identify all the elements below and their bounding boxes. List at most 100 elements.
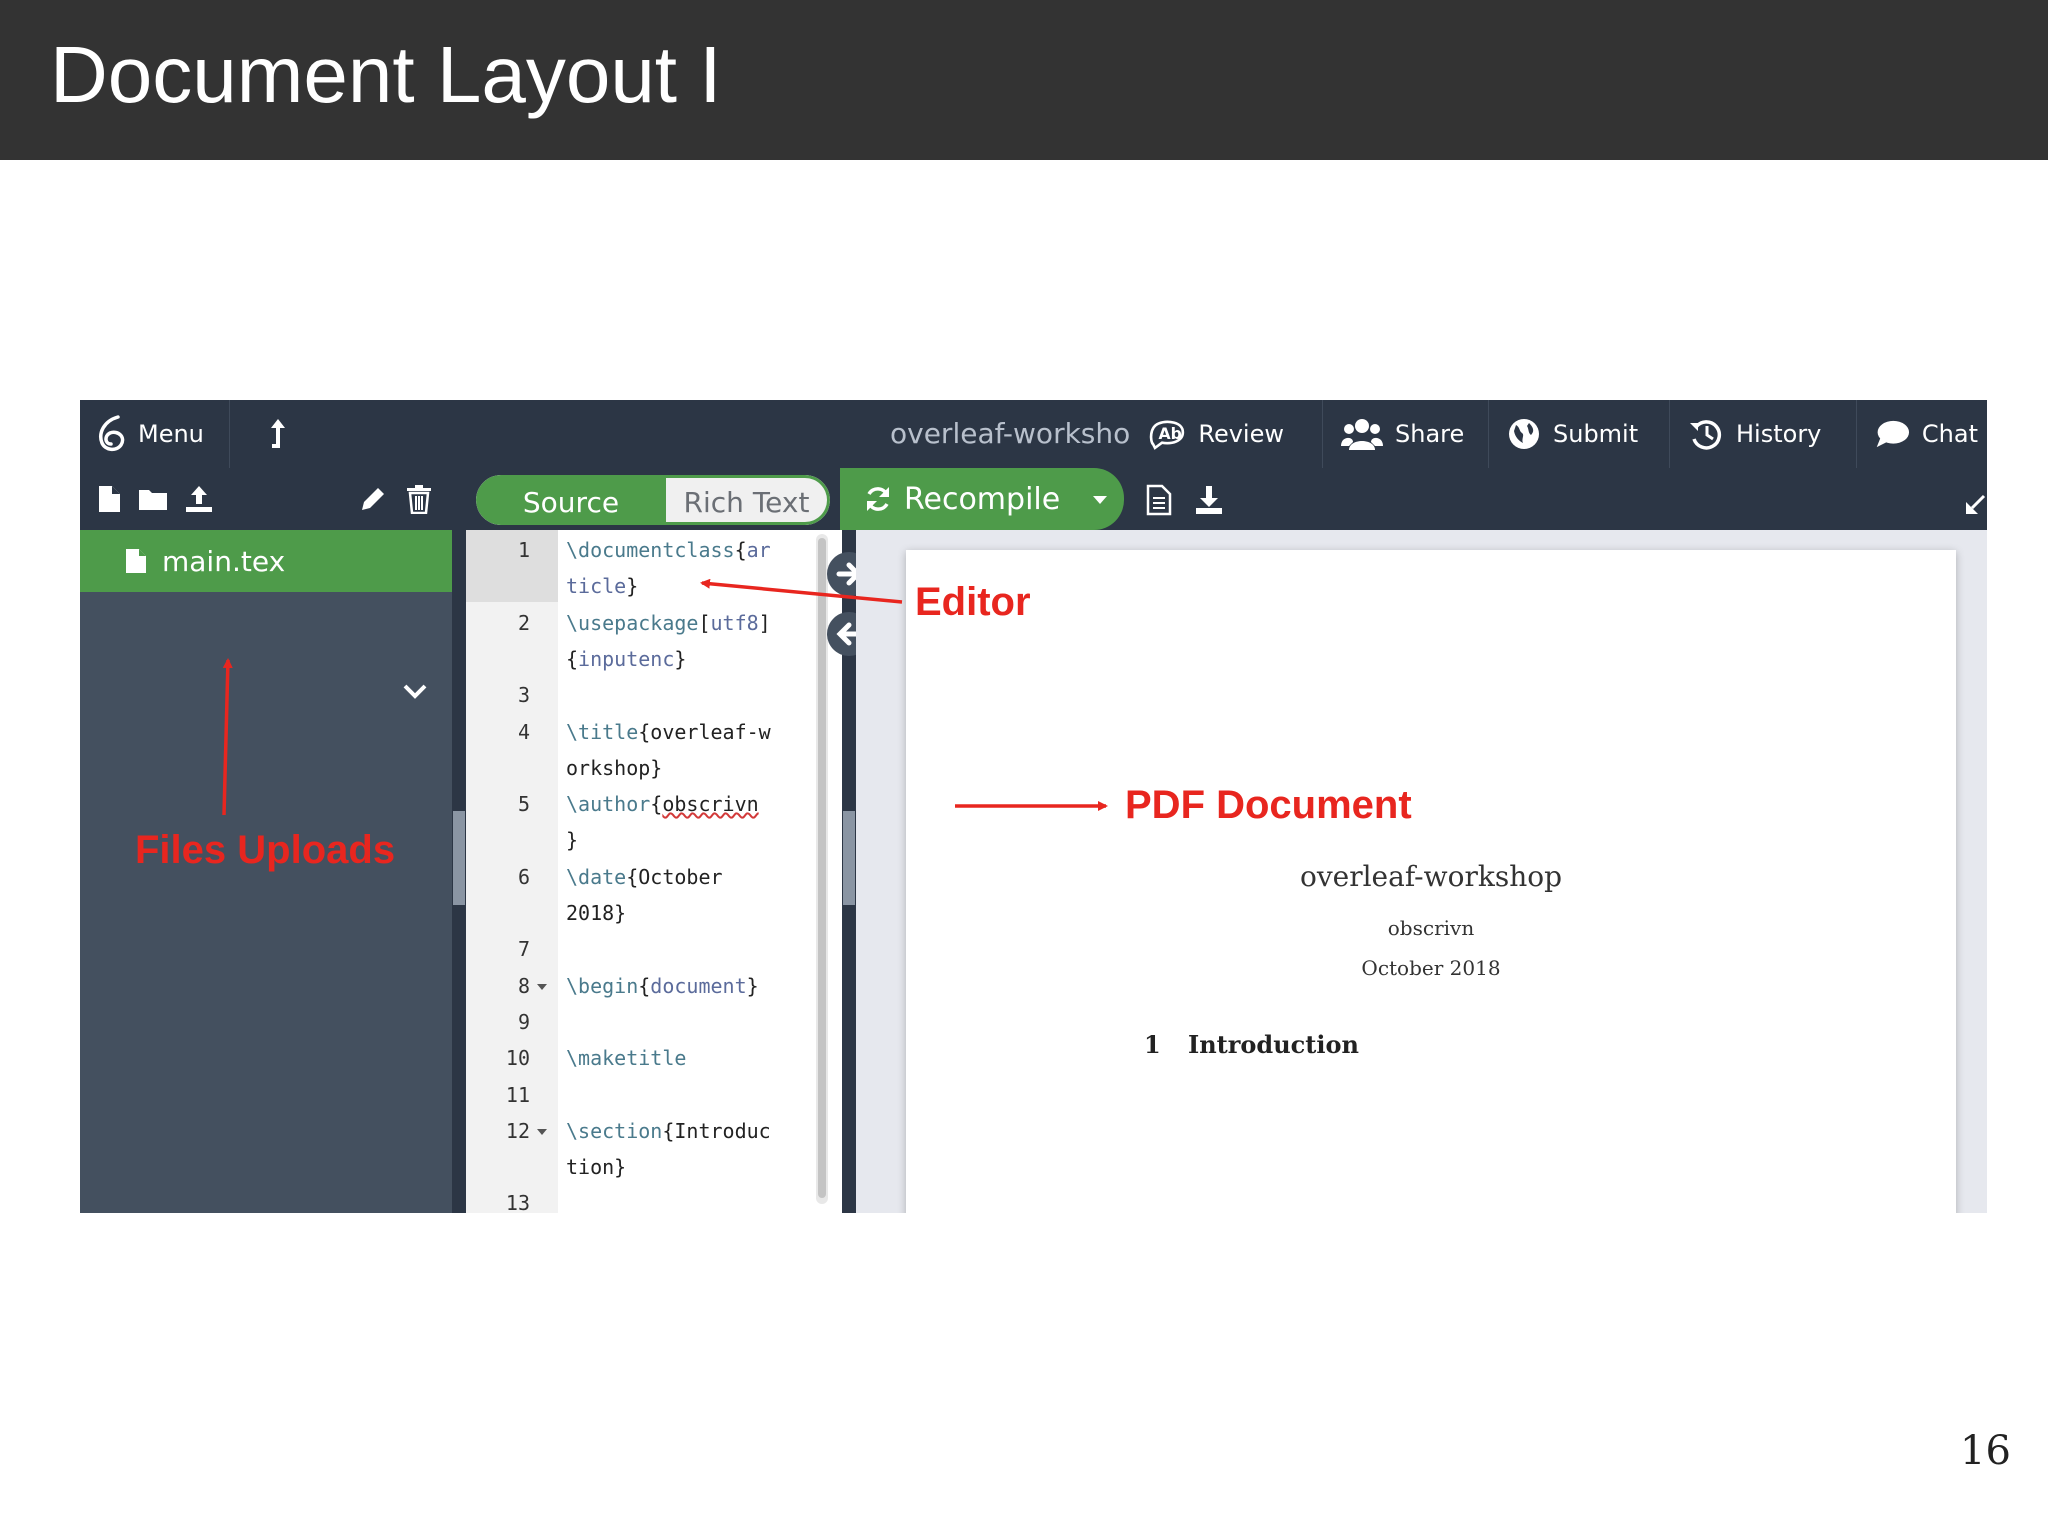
slide-header: Document Layout I [0, 0, 2048, 160]
code-token: \maketitle [566, 1046, 687, 1071]
fold-caret-icon[interactable] [536, 982, 548, 992]
project-name[interactable]: overleaf-workshop [890, 400, 1130, 468]
code-line-text: {inputenc} [566, 647, 816, 671]
pdf-page[interactable]: overleaf-workshop obscrivn October 2018 … [906, 550, 1956, 1213]
line-number: 6 [517, 864, 530, 889]
share-button[interactable]: Share [1322, 400, 1490, 468]
pdf-section-number: 1 [1144, 1030, 1161, 1059]
annotation-pdf-document: PDF Document [1125, 783, 1412, 827]
line-number: 8 [517, 973, 530, 998]
pdf-section-title: Introduction [1188, 1030, 1359, 1059]
menu-label: Menu [138, 420, 204, 448]
code-token: \documentclass [566, 538, 735, 562]
code-token: \usepackage [566, 610, 699, 635]
code-token: { [734, 538, 747, 562]
code-token: ar [746, 538, 771, 562]
recompile-options-caret-icon[interactable] [1090, 490, 1110, 510]
code-line-text: \maketitle [566, 1046, 816, 1070]
code-line-text: \date{October [566, 865, 816, 889]
recompile-label: Recompile [904, 481, 1061, 517]
overleaf-screenshot: Menu overleaf-workshop Ab Review Share S… [80, 400, 1987, 1213]
review-button[interactable]: Ab Review [1130, 400, 1302, 468]
code-line-text: \begin{document} [566, 974, 816, 998]
submit-label: Submit [1553, 420, 1639, 448]
refresh-icon [867, 487, 889, 511]
chat-button[interactable]: Chat [1856, 400, 1987, 468]
line-number: 7 [517, 937, 530, 962]
code-line-text: \documentclass{ar [566, 538, 816, 562]
code-token: } [746, 973, 759, 998]
code-token: \begin [566, 973, 639, 998]
globe-icon [1509, 419, 1539, 449]
line-number: 1 [517, 538, 530, 562]
editor-scrollbar-thumb[interactable] [818, 538, 826, 1198]
code-token: { [650, 792, 663, 817]
slide-title: Document Layout I [50, 30, 722, 119]
share-label: Share [1395, 420, 1465, 448]
rename-pencil-icon[interactable] [358, 484, 388, 514]
file-tools [80, 468, 452, 530]
line-number: 10 [505, 1046, 530, 1071]
pdf-collapse-handle[interactable] [843, 811, 855, 905]
file-menu-chevron-icon[interactable] [402, 680, 428, 702]
code-token: utf8 [710, 610, 759, 635]
line-number: 9 [517, 1009, 530, 1034]
code-token: ticle [566, 574, 627, 599]
new-folder-icon[interactable] [138, 484, 168, 514]
slide-page-number: 16 [1960, 1428, 2011, 1474]
history-label: History [1736, 420, 1822, 448]
code-line-text: \title{overleaf-w [566, 720, 816, 744]
code-token: document [650, 973, 747, 998]
code-token: \section [566, 1118, 663, 1143]
upload-icon[interactable] [184, 484, 214, 514]
submit-button[interactable]: Submit [1488, 400, 1670, 468]
logs-document-icon[interactable] [1144, 484, 1174, 516]
history-button[interactable]: History [1669, 400, 1857, 468]
svg-text:Ab: Ab [1158, 424, 1181, 443]
chat-bubble-icon [1876, 420, 1910, 448]
code-token: } [626, 574, 639, 599]
code-token: obscrivn [662, 792, 759, 817]
pdf-section-heading: 1 Introduction [1144, 1030, 1359, 1059]
file-item-main-tex[interactable]: main.tex [80, 530, 452, 592]
code-token: } [674, 646, 687, 671]
code-token: {Introduc [662, 1118, 771, 1143]
new-file-icon[interactable] [94, 484, 124, 514]
code-token: \date [566, 864, 627, 889]
chat-label: Chat [1921, 420, 1978, 448]
review-label: Review [1198, 420, 1284, 448]
fold-caret-icon[interactable] [536, 1127, 548, 1137]
code-line-text: \section{Introduc [566, 1119, 816, 1143]
file-name: main.tex [162, 544, 286, 578]
line-number: 12 [505, 1118, 530, 1143]
file-tree-collapse-handle[interactable] [453, 811, 465, 905]
annotation-editor: Editor [915, 580, 1031, 624]
top-toolbar: Menu overleaf-workshop Ab Review Share S… [80, 400, 1987, 468]
code-line-text: orkshop} [566, 756, 816, 780]
code-token: {overleaf-w [638, 719, 771, 744]
code-line-text: tion} [566, 1155, 816, 1179]
menu-button[interactable]: Menu [80, 400, 230, 468]
code-line-text: 2018} [566, 901, 816, 925]
code-editor[interactable]: 1 \documentclass{ar ticle} 2 \usepackage[utf… [466, 530, 842, 1213]
code-token: \title [566, 719, 639, 744]
recompile-button[interactable]: Recompile [840, 468, 1124, 530]
delete-trash-icon[interactable] [404, 484, 434, 514]
overleaf-logo-icon [99, 415, 125, 452]
code-token: \author [566, 792, 651, 817]
pdf-viewer: overleaf-workshop obscrivn October 2018 … [856, 530, 1987, 1213]
file-icon [126, 549, 146, 573]
pdf-author: obscrivn [1387, 916, 1475, 940]
code-line-text: \author{obscrivn [566, 792, 816, 816]
collapse-arrow-icon[interactable] [1964, 494, 1986, 516]
download-pdf-icon[interactable] [1194, 484, 1224, 516]
rich-text-mode-button[interactable]: Rich Text [666, 475, 830, 525]
code-token: orkshop} [566, 755, 663, 780]
source-mode-button[interactable]: Source [476, 475, 666, 525]
upload-arrow-icon[interactable] [258, 414, 298, 454]
line-number: 5 [517, 792, 530, 817]
code-line-text: \usepackage[utf8] [566, 611, 816, 635]
line-number: 3 [517, 683, 530, 708]
pdf-date: October 2018 [1361, 956, 1501, 980]
code-token: { [638, 973, 651, 998]
